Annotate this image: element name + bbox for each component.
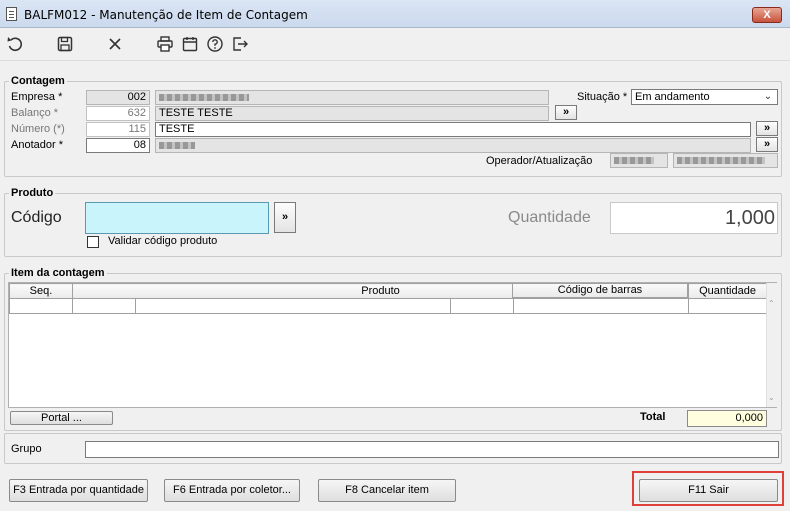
window-title: BALFM012 - Manutenção de Item de Contage… bbox=[24, 8, 308, 22]
portal-button[interactable]: Portal ... bbox=[10, 411, 113, 425]
scroll-down-icon[interactable]: ⌄ bbox=[768, 393, 775, 402]
column-header-quantidade[interactable]: Quantidade bbox=[688, 283, 768, 299]
total-field: 0,000 bbox=[687, 410, 767, 427]
chevron-down-icon: ⌄ bbox=[763, 91, 773, 102]
operador-field bbox=[610, 153, 668, 168]
redacted-text bbox=[159, 141, 195, 149]
empresa-name-field bbox=[155, 90, 549, 105]
operador-label: Operador/Atualização bbox=[486, 155, 593, 167]
f6-entrada-coletor-button[interactable]: F6 Entrada por coletor... bbox=[164, 479, 300, 502]
redacted-text bbox=[159, 93, 249, 101]
column-header-codigo-barras[interactable]: Código de barras bbox=[512, 283, 688, 298]
f8-cancelar-item-button[interactable]: F8 Cancelar item bbox=[318, 479, 456, 502]
empresa-code-field: 002 bbox=[86, 90, 150, 105]
produto-title: Produto bbox=[9, 187, 56, 199]
cell[interactable] bbox=[135, 298, 451, 314]
quantidade-label: Quantidade bbox=[508, 209, 591, 226]
anotador-lookup-button[interactable]: » bbox=[756, 137, 778, 152]
validar-checkbox[interactable] bbox=[87, 236, 99, 248]
scroll-up-icon[interactable]: ⌃ bbox=[768, 299, 775, 308]
f11-sair-button[interactable]: F11 Sair bbox=[639, 479, 778, 502]
total-label: Total bbox=[640, 411, 666, 423]
f3-entrada-quantidade-button[interactable]: F3 Entrada por quantidade bbox=[9, 479, 148, 502]
validar-label: Validar código produto bbox=[108, 235, 218, 247]
column-header-seq[interactable]: Seq. bbox=[9, 283, 73, 299]
table-row[interactable] bbox=[9, 298, 768, 314]
situacao-value: Em andamento bbox=[635, 91, 710, 103]
item-title: Item da contagem bbox=[9, 267, 107, 279]
balanco-code-field: 632 bbox=[86, 106, 150, 121]
anotador-label: Anotador * bbox=[11, 139, 63, 151]
codigo-lookup-button[interactable]: » bbox=[274, 202, 296, 233]
items-grid[interactable]: Seq. Produto Quantidade Código de barras… bbox=[8, 282, 777, 408]
balanco-desc-field: TESTE TESTE bbox=[155, 106, 549, 121]
calendar-icon[interactable] bbox=[179, 33, 201, 55]
exit-icon[interactable] bbox=[229, 33, 251, 55]
grupo-field[interactable] bbox=[85, 441, 779, 458]
cell[interactable] bbox=[512, 298, 690, 314]
cancel-icon[interactable] bbox=[104, 33, 126, 55]
cell[interactable] bbox=[72, 298, 136, 314]
numero-label: Número (*) bbox=[11, 123, 65, 135]
undo-icon[interactable] bbox=[4, 33, 26, 55]
grupo-label: Grupo bbox=[11, 443, 42, 455]
cell[interactable] bbox=[9, 298, 73, 314]
help-icon[interactable] bbox=[204, 33, 226, 55]
quantidade-field[interactable]: 1,000 bbox=[610, 202, 778, 234]
situacao-label: Situação * bbox=[577, 91, 628, 103]
situacao-select[interactable]: Em andamento ⌄ bbox=[631, 89, 778, 105]
balanco-lookup-button[interactable]: » bbox=[555, 105, 577, 120]
codigo-label: Código bbox=[11, 209, 62, 226]
save-icon[interactable] bbox=[54, 33, 76, 55]
anotador-name-field bbox=[155, 138, 751, 153]
numero-code-field: 115 bbox=[86, 122, 150, 137]
vertical-scrollbar[interactable]: ⌃ ⌄ bbox=[766, 283, 777, 407]
document-icon bbox=[6, 7, 17, 21]
atualizacao-field bbox=[673, 153, 778, 168]
title-bar: BALFM012 - Manutenção de Item de Contage… bbox=[0, 0, 790, 28]
toolbar bbox=[0, 29, 790, 61]
cell[interactable] bbox=[450, 298, 514, 314]
numero-lookup-button[interactable]: » bbox=[756, 121, 778, 136]
redacted-text bbox=[614, 156, 654, 164]
cell[interactable] bbox=[688, 298, 768, 314]
anotador-code-field[interactable]: 08 bbox=[86, 138, 150, 153]
balanco-label: Balanço * bbox=[11, 107, 59, 119]
close-button[interactable]: X bbox=[752, 7, 782, 23]
contagem-title: Contagem bbox=[9, 75, 67, 87]
codigo-input[interactable] bbox=[85, 202, 269, 234]
print-icon[interactable] bbox=[154, 33, 176, 55]
redacted-text bbox=[677, 156, 765, 164]
empresa-label: Empresa * bbox=[11, 91, 63, 103]
numero-desc-field[interactable]: TESTE bbox=[155, 122, 751, 137]
